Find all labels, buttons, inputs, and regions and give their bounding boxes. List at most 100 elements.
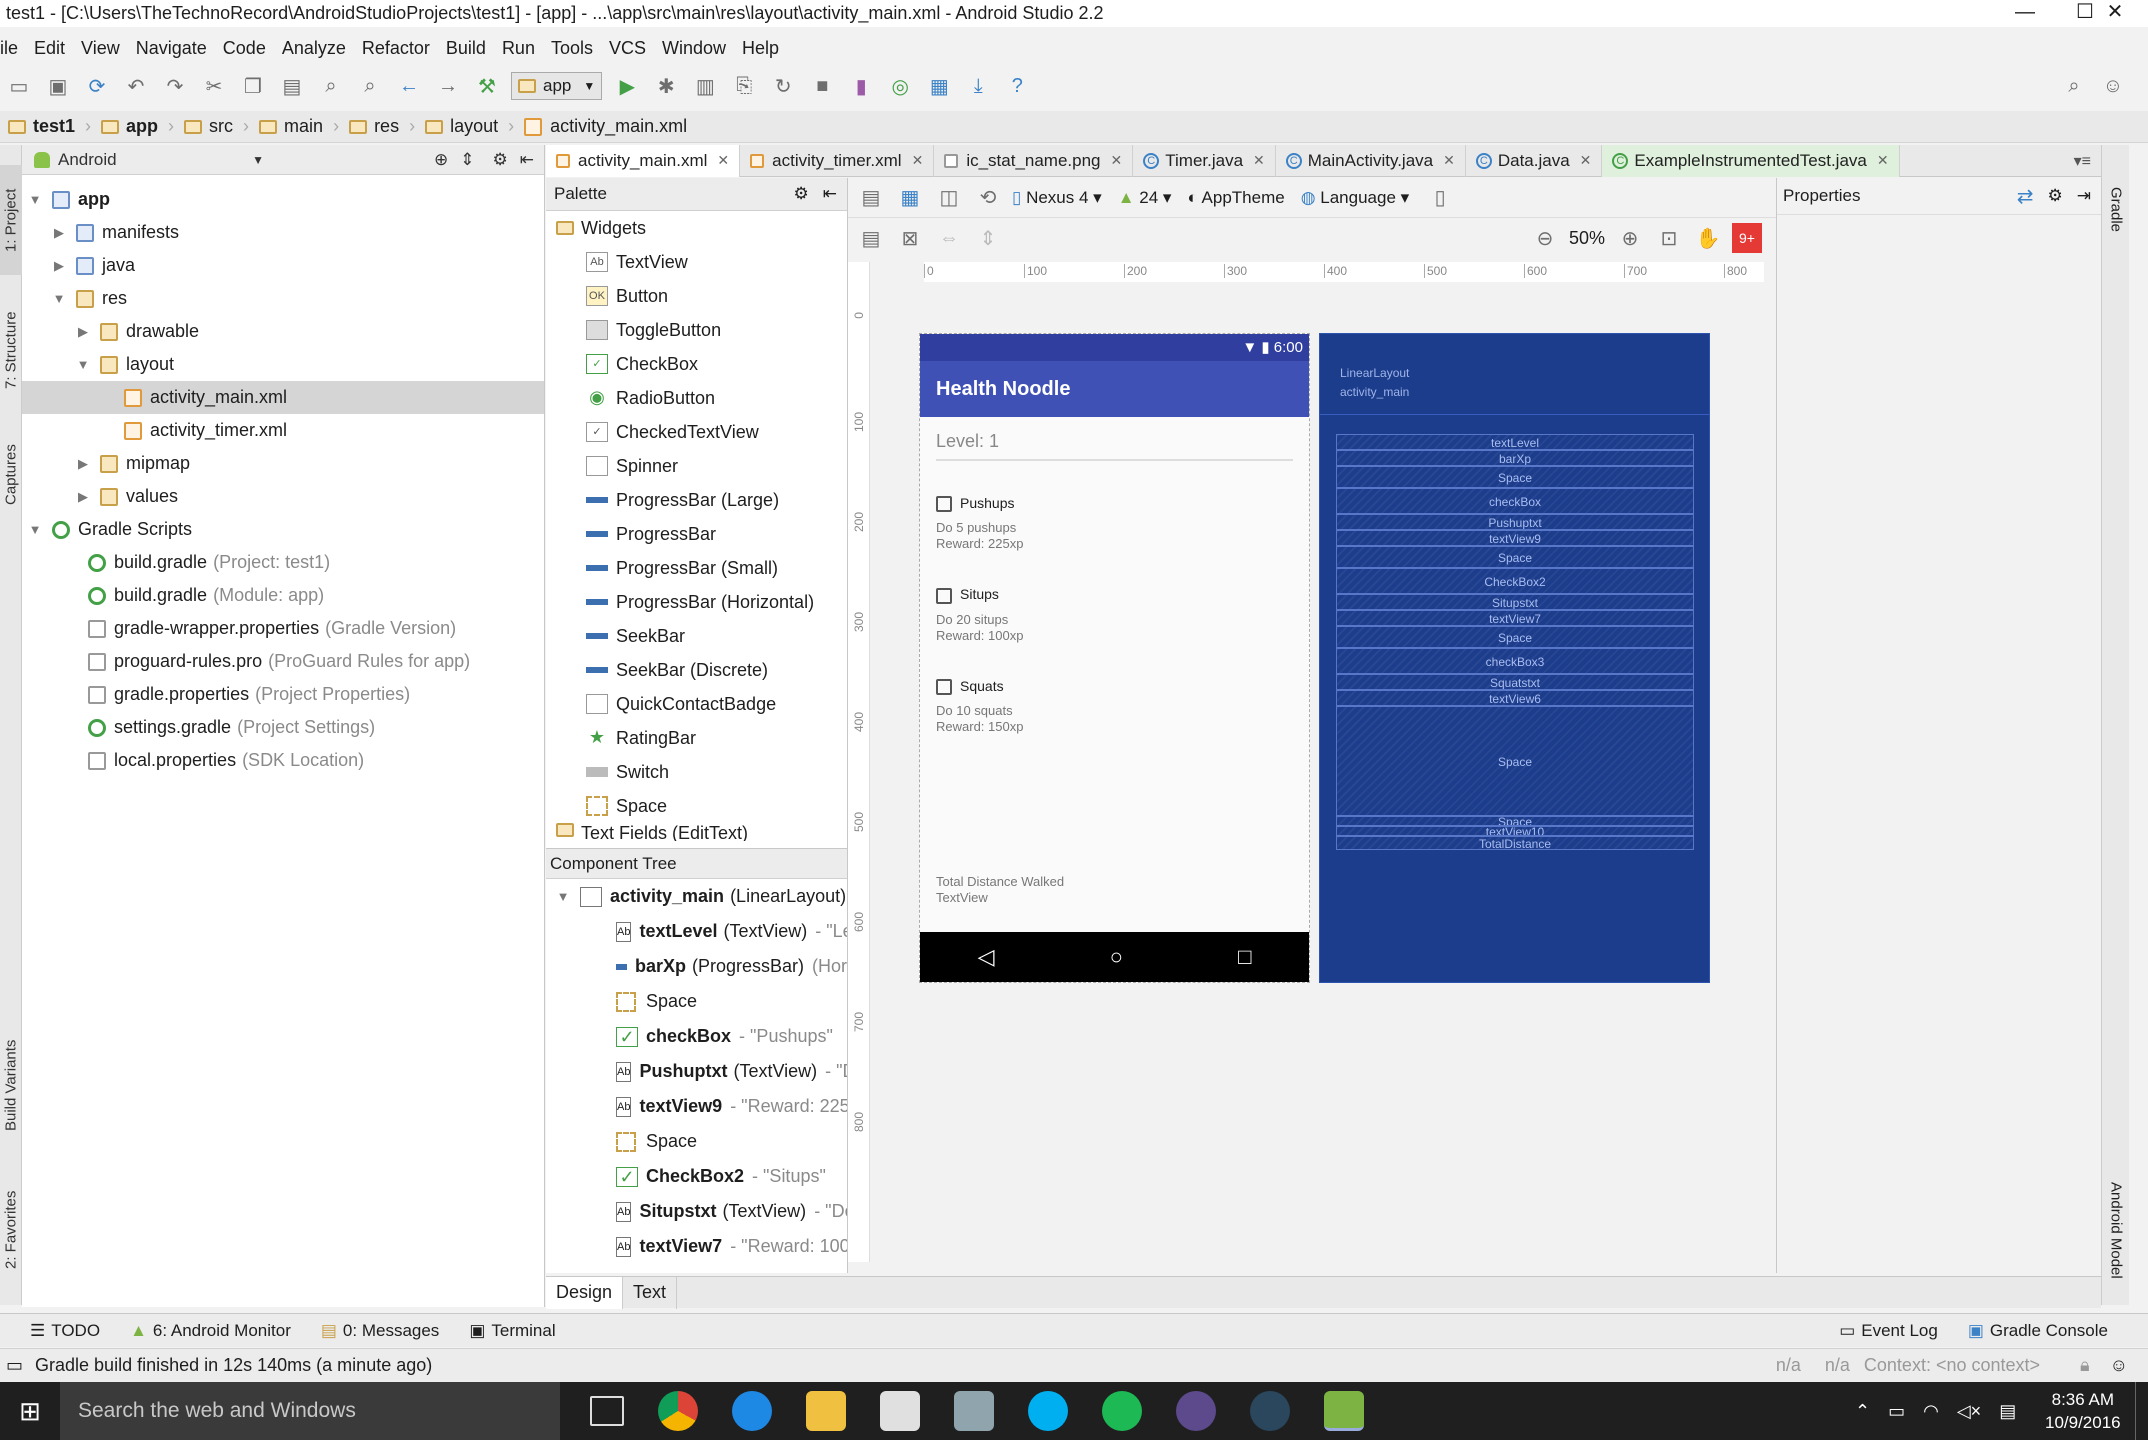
avd-manager-icon[interactable]: ▮ [846,71,876,101]
volume-icon[interactable]: ◁× [1957,1401,1981,1422]
recents-icon[interactable]: □ [1238,944,1251,970]
breadcrumb-file[interactable]: activity_main.xml [516,111,695,143]
menu-file[interactable]: ile [0,38,18,59]
hide-panel-icon[interactable]: ⇥ [2077,186,2091,206]
project-view-selector[interactable]: Android ▼ ⊕ ⇕ ⚙ ⇤ [22,145,544,175]
profile-icon[interactable]: ▥ [690,71,720,101]
tab-mainactivity-java[interactable]: C MainActivity.java ✕ [1276,144,1466,177]
menu-run[interactable]: Run [502,38,535,59]
tree-item-local-properties[interactable]: local.properties (SDK Location) [22,744,544,777]
make-project-icon[interactable]: ⚒ [472,71,502,101]
palette-item[interactable]: Switch [546,755,847,789]
menu-code[interactable]: Code [223,38,266,59]
tab-activity-main-xml[interactable]: activity_main.xml ✕ [546,144,741,177]
debug-icon[interactable]: ✱ [651,71,681,101]
tree-item-proguard[interactable]: proguard-rules.pro (ProGuard Rules for ap… [22,645,544,678]
zoom-out-icon[interactable]: ⊖ [1530,223,1560,253]
blueprint-mode-icon[interactable]: ▦ [895,183,925,213]
tool-messages[interactable]: ▤ 0: Messages [321,1321,439,1341]
tree-item-mipmap[interactable]: ▶ mipmap [22,447,544,480]
user-icon[interactable]: ☺ [2098,71,2128,101]
menu-vcs[interactable]: VCS [609,38,646,59]
palette-item[interactable]: ToggleButton [546,313,847,347]
open-icon[interactable]: ▭ [4,71,34,101]
undo-icon[interactable]: ↶ [121,71,151,101]
tab-text[interactable]: Text [623,1276,678,1309]
attach-debugger-icon[interactable]: ⎘ [729,71,759,101]
back-icon[interactable]: ← [394,71,424,101]
minimize-button[interactable]: — [1995,0,2055,27]
menu-tools[interactable]: Tools [551,38,593,59]
palette-item[interactable]: QuickContactBadge [546,687,847,721]
tool-todo[interactable]: ☰ TODO [30,1321,100,1341]
blueprint-box[interactable]: barXp [1336,450,1694,466]
android-studio-icon[interactable] [1324,1391,1364,1431]
tree-item-activity-timer[interactable]: activity_timer.xml [22,414,544,447]
close-icon[interactable]: ✕ [1580,152,1592,169]
blueprint-box[interactable]: Space [1336,466,1694,488]
tab-structure[interactable]: 7: Structure [0,290,22,410]
palette-item[interactable]: Space [546,789,847,823]
palette-item[interactable]: ProgressBar (Large) [546,483,847,517]
apply-changes-icon[interactable]: ↻ [768,71,798,101]
zoom-fit-icon[interactable]: ⊡ [1654,223,1684,253]
store-icon[interactable] [880,1391,920,1431]
replace-icon[interactable]: ⌕ [355,71,385,101]
palette-item[interactable]: ProgressBar (Small) [546,551,847,585]
eclipse-icon[interactable] [1176,1391,1216,1431]
palette-item[interactable]: SeekBar (Discrete) [546,653,847,687]
close-icon[interactable]: ✕ [1111,152,1123,169]
back-icon[interactable]: ◁ [978,944,995,970]
tab-android-model[interactable]: Android Model [2104,1165,2128,1295]
blueprint-box[interactable]: TotalDistance [1336,836,1694,850]
taskbar-search[interactable]: Search the web and Windows [60,1382,560,1440]
inspector-icon[interactable]: ☺ [2110,1355,2128,1376]
component-tree-item[interactable]: Space [546,1124,847,1159]
tree-item-res[interactable]: ▼ res [22,282,544,315]
search-everywhere-icon[interactable]: ⌕ [2059,71,2089,101]
blueprint-box[interactable]: Space [1336,626,1694,648]
redo-icon[interactable]: ↷ [160,71,190,101]
layout-grid-icon[interactable]: ▤ [856,223,886,253]
breadcrumb-layout[interactable]: layout [417,111,506,143]
keyboard-icon[interactable]: ▤ [1999,1401,2016,1422]
blueprint-box[interactable]: checkBox3 [1336,648,1694,674]
task-checkbox[interactable]: Pushups [936,495,1293,513]
tree-item-java[interactable]: ▶ java [22,249,544,282]
constraints-icon[interactable]: ⊠ [895,223,925,253]
blueprint-box[interactable]: checkBox [1336,488,1694,514]
task-checkbox[interactable]: Situps [936,586,1293,604]
tool-event-log[interactable]: ▭ Event Log [1839,1321,1938,1341]
tree-item-gradle-properties[interactable]: gradle.properties (Project Properties) [22,678,544,711]
palette-item[interactable]: ✓ CheckedTextView [546,415,847,449]
sync-scroll-icon[interactable]: ⊕ [434,150,448,170]
component-tree-item[interactable]: barXp (ProgressBar) (Hor [546,949,847,984]
blueprint-box[interactable]: Space [1336,816,1694,826]
task-checkbox[interactable]: Squats [936,678,1293,695]
blueprint-box[interactable]: textView6 [1336,690,1694,706]
breadcrumb-src[interactable]: src [176,111,241,143]
close-icon[interactable]: ✕ [1253,152,1265,169]
close-icon[interactable]: ✕ [717,152,729,169]
close-icon[interactable]: ✕ [912,152,924,169]
blueprint-box[interactable]: Pushuptxt [1336,514,1694,530]
blueprint-preview[interactable]: LinearLayout activity_main textLevel barX… [1319,333,1710,983]
blueprint-box[interactable]: textView10 [1336,826,1694,836]
tab-timer-java[interactable]: C Timer.java ✕ [1133,144,1276,177]
device-select[interactable]: ▯ Nexus 4 ▾ [1012,188,1102,208]
hide-panel-icon[interactable]: ⇤ [520,150,534,170]
performance-monitor-icon[interactable] [954,1391,994,1431]
palette-item[interactable]: ✓ CheckBox [546,347,847,381]
tree-item-app[interactable]: ▼ app [22,183,544,216]
copy-icon[interactable]: ❐ [238,71,268,101]
help-icon[interactable]: ? [1002,71,1032,101]
collapse-all-icon[interactable]: ⇕ [460,150,474,170]
tab-activity-timer-xml[interactable]: activity_timer.xml ✕ [740,144,935,177]
component-tree-item[interactable]: Ab textView9 - "Reward: 225 [546,1089,847,1124]
palette-group-text-fields[interactable]: Text Fields (EditText) [546,823,847,841]
clock[interactable]: 8:36 AM 10/9/2016 [2045,1388,2121,1434]
show-desktop-button[interactable] [2135,1382,2148,1440]
stop-icon[interactable]: ■ [807,71,837,101]
status-toggle-icon[interactable]: ▭ [6,1355,23,1376]
gear-icon[interactable]: ⚙ [493,150,508,170]
